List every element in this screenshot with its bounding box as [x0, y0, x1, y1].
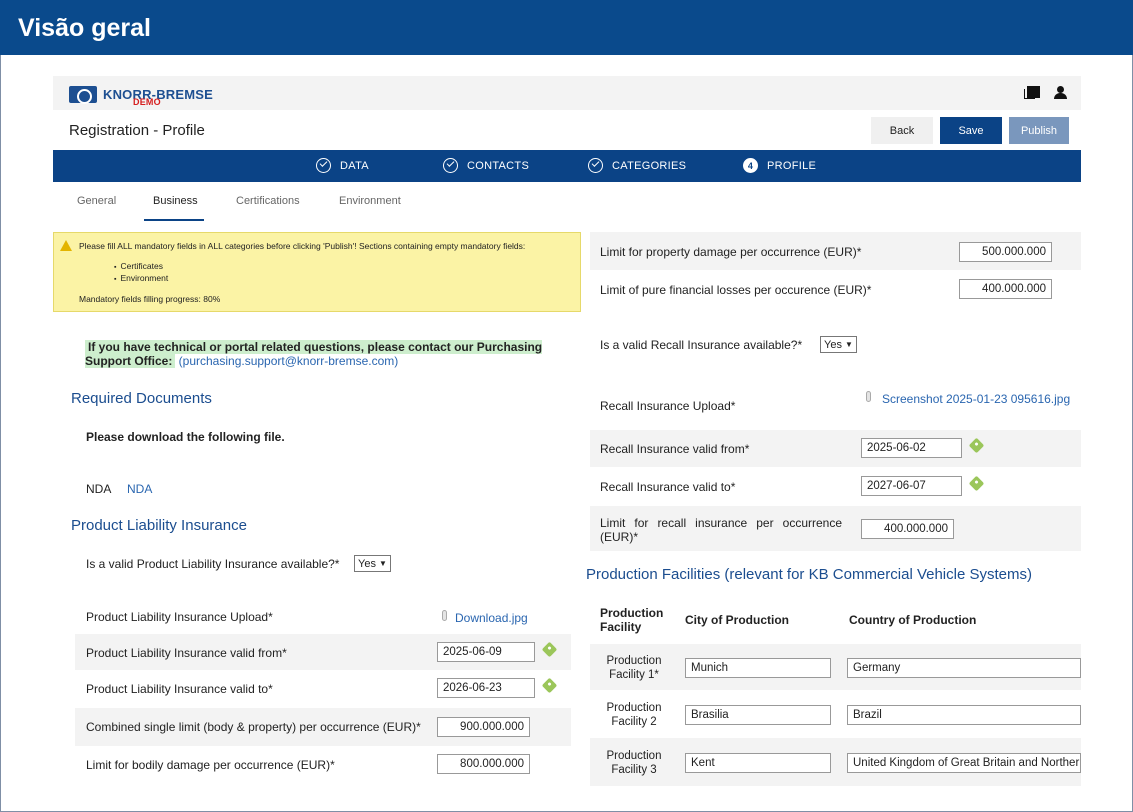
financial-limit-input[interactable]: 400.000.000 — [959, 279, 1052, 299]
recall-limit-label: Limit for recall insurance per occurrenc… — [600, 516, 842, 530]
pli-available-select[interactable]: Yes ▼ — [354, 555, 391, 572]
check-circle-icon — [588, 158, 603, 173]
property-limit-label: Limit for property damage per occurrence… — [600, 245, 862, 259]
warning-text: Please fill ALL mandatory fields in ALL … — [79, 241, 526, 251]
window-title: Visão geral — [18, 14, 151, 42]
page-title: Registration - Profile — [69, 122, 205, 139]
documents-icon[interactable] — [1024, 86, 1040, 99]
pli-upload-file-link[interactable]: Download.jpg — [455, 611, 528, 625]
facility-label: Production Facility 1* — [606, 655, 662, 681]
recall-from-input[interactable]: 2025-06-02 — [861, 438, 962, 458]
required-documents-title: Required Documents — [71, 390, 212, 407]
title-bar: Visão geral — [0, 0, 1133, 55]
tab-environment[interactable]: Environment — [339, 195, 401, 207]
filling-progress: Mandatory fields filling progress: 80% — [79, 294, 221, 304]
nda-label: NDA — [86, 482, 112, 496]
bodily-limit-label: Limit for bodily damage per occurrence (… — [86, 758, 335, 772]
city-input[interactable]: Kent — [685, 753, 831, 773]
step-number-badge: 4 — [743, 158, 758, 173]
recall-to-input[interactable]: 2027-06-07 — [861, 476, 962, 496]
warning-icon — [60, 240, 72, 251]
top-icons — [1024, 86, 1067, 99]
facility-label: Production Facility 3 — [606, 750, 662, 776]
calendar-picker-icon[interactable] — [968, 475, 985, 492]
product-liability-title: Product Liability Insurance — [71, 517, 247, 534]
recall-upload-file-link[interactable]: Screenshot 2025-01-23 095616.jpg — [882, 392, 1070, 406]
country-input[interactable]: United Kingdom of Great Britain and Nort… — [847, 753, 1081, 773]
chevron-down-icon: ▼ — [378, 559, 387, 568]
pli-available-label: Is a valid Product Liability Insurance a… — [86, 557, 340, 571]
recall-available-select[interactable]: Yes ▼ — [820, 336, 857, 353]
recall-limit-label-unit: (EUR)* — [600, 530, 638, 544]
country-input[interactable]: Brazil — [847, 705, 1081, 725]
top-bar: KNORR-BREMSE DEMO — [53, 76, 1081, 110]
col-header-country: Country of Production — [849, 613, 977, 627]
city-input[interactable]: Munich — [685, 658, 831, 678]
recall-to-label: Recall Insurance valid to* — [600, 480, 736, 494]
pli-valid-from-input[interactable]: 2025-06-09 — [437, 642, 535, 662]
missing-sections-list: Certificates Environment — [114, 261, 168, 285]
active-tab-indicator — [144, 219, 204, 221]
tab-certifications[interactable]: Certifications — [236, 195, 300, 207]
pli-valid-to-input[interactable]: 2026-06-23 — [437, 678, 535, 698]
attachment-icon — [442, 610, 447, 621]
financial-limit-label: Limit of pure financial losses per occur… — [600, 283, 872, 297]
tab-business[interactable]: Business — [153, 195, 198, 207]
user-icon[interactable] — [1054, 86, 1067, 99]
brand-logo[interactable]: KNORR-BREMSE DEMO — [69, 85, 214, 107]
support-contact: If you have technical or portal related … — [85, 340, 585, 368]
chevron-down-icon: ▼ — [844, 340, 853, 349]
pli-valid-from-label: Product Liability Insurance valid from* — [86, 646, 287, 660]
progress-stepper: DATA CONTACTS CATEGORIES 4 PROFILE — [53, 150, 1081, 182]
app-window: KNORR-BREMSE DEMO Registration - Profile … — [53, 76, 1081, 806]
recall-limit-input[interactable]: 400.000.000 — [861, 519, 954, 539]
demo-badge: DEMO — [133, 96, 161, 107]
recall-available-label: Is a valid Recall Insurance available?* — [600, 338, 803, 352]
combined-limit-label: Combined single limit (body & property) … — [86, 720, 421, 734]
recall-from-label: Recall Insurance valid from* — [600, 442, 750, 456]
calendar-picker-icon[interactable] — [541, 677, 558, 694]
facility-label: Production Facility 2 — [606, 702, 662, 728]
production-facilities-title: Production Facilities (relevant for KB C… — [586, 566, 1032, 583]
step-contacts[interactable]: CONTACTS — [443, 158, 529, 173]
list-item: Environment — [114, 273, 168, 285]
list-item: Certificates — [114, 261, 168, 273]
brand-name: KNORR-BREMSE DEMO — [103, 86, 214, 107]
mandatory-warning: Please fill ALL mandatory fields in ALL … — [53, 232, 581, 312]
pli-upload-label: Product Liability Insurance Upload* — [86, 610, 273, 624]
col-header-city: City of Production — [685, 613, 789, 627]
combined-limit-input[interactable]: 900.000.000 — [437, 717, 530, 737]
bodily-limit-input[interactable]: 800.000.000 — [437, 754, 530, 774]
pli-valid-to-label: Product Liability Insurance valid to* — [86, 682, 273, 696]
step-data[interactable]: DATA — [316, 158, 369, 173]
check-circle-icon — [443, 158, 458, 173]
download-instruction: Please download the following file. — [86, 430, 285, 444]
col-header-facility: Production Facility — [600, 606, 664, 634]
tab-bar: General Business Certifications Environm… — [53, 182, 1081, 222]
attachment-icon — [866, 391, 871, 402]
tab-general[interactable]: General — [77, 195, 116, 207]
save-button[interactable]: Save — [940, 117, 1002, 144]
brand-mark-icon — [69, 85, 97, 104]
header-bar: Registration - Profile Back Save Publish — [53, 110, 1081, 150]
city-input[interactable]: Brasilia — [685, 705, 831, 725]
step-categories[interactable]: CATEGORIES — [588, 158, 686, 173]
property-limit-input[interactable]: 500.000.000 — [959, 242, 1052, 262]
back-button[interactable]: Back — [871, 117, 933, 144]
recall-upload-label: Recall Insurance Upload* — [600, 399, 736, 413]
publish-button[interactable]: Publish — [1009, 117, 1069, 144]
check-circle-icon — [316, 158, 331, 173]
support-email-link[interactable]: (purchasing.support@knorr-bremse.com) — [179, 354, 399, 368]
country-input[interactable]: Germany — [847, 658, 1081, 678]
nda-link[interactable]: NDA — [127, 482, 152, 496]
step-profile[interactable]: 4 PROFILE — [743, 158, 816, 173]
